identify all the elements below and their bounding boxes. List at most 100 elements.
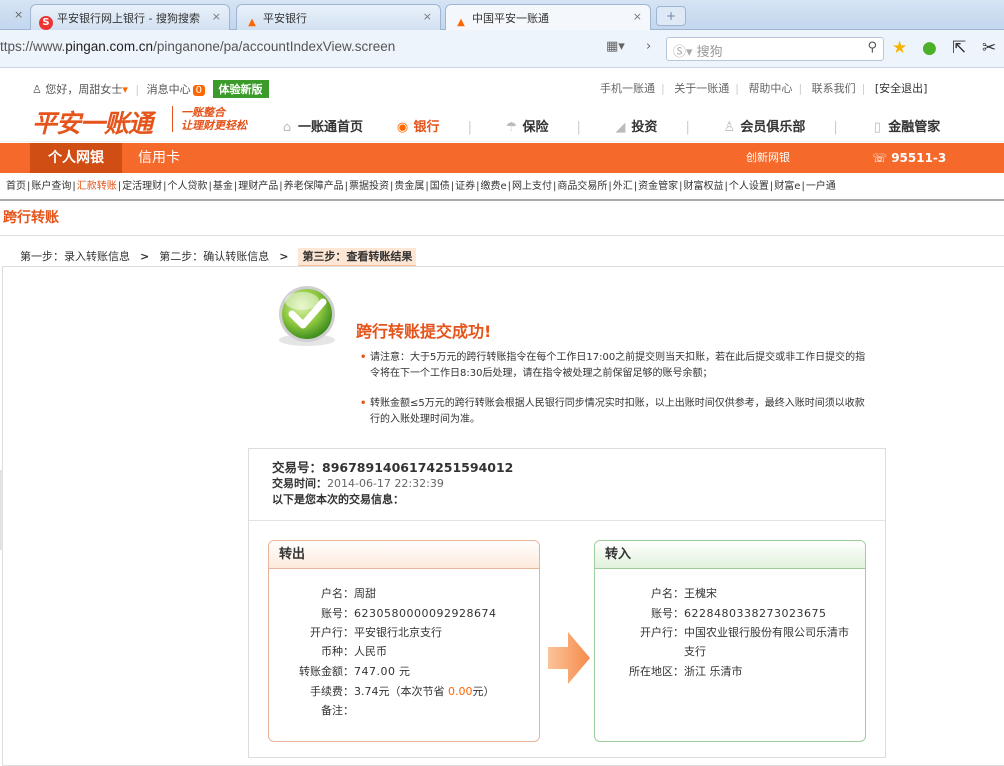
about-link[interactable]: 关于一账通 bbox=[674, 82, 729, 95]
trial-new-version-button[interactable]: 体验新版 bbox=[212, 80, 269, 98]
star-icon[interactable]: ★ bbox=[892, 38, 907, 58]
mobile-link[interactable]: 手机一账通 bbox=[600, 82, 655, 95]
browser-tab-pinganone[interactable]: ▲ 中国平安一账通 × bbox=[445, 4, 651, 31]
nav-invest[interactable]: ◢ 投资 bbox=[613, 116, 657, 135]
subnav-item[interactable]: 资金管家 bbox=[638, 181, 678, 192]
subnav-item[interactable]: 证券 bbox=[455, 181, 475, 192]
step-3-current: 第三步：查看转账结果 bbox=[298, 248, 417, 267]
subnav-item[interactable]: 理财产品 bbox=[238, 181, 278, 192]
fee-saved: 0.00 bbox=[448, 685, 473, 698]
site-logo[interactable]: 平安一账通 bbox=[32, 104, 153, 140]
out-amount: 747.00 bbox=[354, 665, 396, 678]
pingan-icon: ▲ bbox=[248, 17, 256, 28]
out-bank-row: 开户行：平安银行北京支行 bbox=[272, 623, 442, 642]
nav-club[interactable]: ♙ 会员俱乐部 bbox=[722, 116, 806, 135]
subnav-item[interactable]: 票据投资 bbox=[349, 181, 389, 192]
subnav-item[interactable]: 国债 bbox=[430, 181, 450, 192]
phone-icon: ▯ bbox=[873, 120, 881, 135]
contact-link[interactable]: 联系我们 bbox=[812, 82, 856, 95]
top-links: 手机一账通 | 关于一账通 | 帮助中心 | 联系我们 | [安全退出] bbox=[600, 82, 928, 95]
tab-title: 平安银行 bbox=[263, 12, 307, 25]
forward-icon[interactable]: › bbox=[646, 39, 651, 54]
share-icon[interactable]: ⇱ bbox=[952, 38, 966, 58]
qr-code-icon[interactable]: ▦▾ bbox=[606, 39, 625, 54]
in-area-row: 所在地区：浙江 乐清市 bbox=[598, 662, 743, 681]
separator: | bbox=[163, 181, 167, 192]
home-icon: ⌂ bbox=[282, 120, 292, 135]
sogou-icon: S bbox=[39, 16, 53, 30]
search-icon[interactable]: ⚲ bbox=[867, 40, 877, 55]
subnav-item[interactable]: 商品交易所 bbox=[557, 181, 607, 192]
subnav-item[interactable]: 基金 bbox=[213, 181, 233, 192]
scissors-icon[interactable]: ✂ bbox=[982, 38, 996, 58]
field-label: 开户行： bbox=[310, 626, 354, 639]
search-input[interactable]: Ⓢ▾ 搜狗 ⚲ bbox=[666, 37, 884, 61]
close-tab-icon[interactable]: × bbox=[14, 8, 23, 21]
title-divider bbox=[0, 235, 1004, 236]
subnav-item[interactable]: 网上支付 bbox=[512, 181, 552, 192]
transaction-id-label: 交易号： bbox=[272, 460, 323, 475]
subnav-item[interactable]: 贵金属 bbox=[394, 181, 424, 192]
user-icon: ♙ bbox=[32, 83, 42, 96]
separator: | bbox=[233, 181, 238, 192]
subnav-item[interactable]: 财富权益 bbox=[684, 181, 724, 192]
browser-tab-sogou[interactable]: S 平安银行网上银行 - 搜狗搜索 × bbox=[30, 4, 230, 30]
nav-bank[interactable]: ◉ 银行 bbox=[396, 116, 440, 135]
tab-personal-banking[interactable]: 个人网银 bbox=[30, 143, 122, 173]
subnav-item[interactable]: 账户查询 bbox=[31, 181, 71, 192]
separator: | bbox=[425, 181, 429, 192]
field-label: 户名： bbox=[321, 587, 354, 600]
message-count-badge: 0 bbox=[192, 85, 205, 96]
chart-icon: ◢ bbox=[615, 120, 626, 135]
subnav-item[interactable]: 定活理财 bbox=[122, 181, 162, 192]
nav-label: 投资 bbox=[631, 120, 658, 135]
separator: | bbox=[450, 181, 455, 192]
member-icon: ♙ bbox=[723, 120, 736, 135]
in-name-row: 户名：王槐宋 bbox=[598, 584, 717, 603]
innovative-banking-link[interactable]: 创新网银 bbox=[746, 143, 790, 173]
subnav-item[interactable]: 外汇 bbox=[613, 181, 633, 192]
subnav-item[interactable]: 养老保障产品 bbox=[284, 181, 344, 192]
field-label: 开户行： bbox=[640, 626, 684, 639]
subnav-item[interactable]: 首页 bbox=[6, 181, 26, 192]
subnav-item[interactable]: 个人设置 bbox=[729, 181, 769, 192]
message-center-link[interactable]: 消息中心 bbox=[147, 83, 191, 96]
product-bar: 个人网银 信用卡 创新网银 ☏ 95511-3 bbox=[0, 143, 1004, 173]
nav-home[interactable]: ⌂ 一账通首页 bbox=[280, 116, 363, 135]
nav-butler[interactable]: ▯ 金融管家 bbox=[870, 116, 941, 135]
field-label: 所在地区： bbox=[629, 665, 684, 678]
tab-credit-card[interactable]: 信用卡 bbox=[124, 143, 194, 173]
fee-end: 元） bbox=[472, 685, 495, 698]
field-label: 备注： bbox=[321, 704, 354, 717]
separator: | bbox=[279, 181, 283, 192]
slogan-line1: 一账整合 bbox=[181, 106, 225, 119]
subnav-item[interactable]: 财富e bbox=[774, 181, 800, 192]
notice-1: 请注意：大于5万元的跨行转账指令在每个工作日17:00之前提交则当天扣账，若在此… bbox=[360, 350, 868, 382]
close-tab-icon[interactable]: × bbox=[633, 10, 642, 23]
nav-insurance[interactable]: ☂ 保险 bbox=[504, 116, 549, 135]
hotline: ☏ 95511-3 bbox=[872, 143, 946, 173]
help-link[interactable]: 帮助中心 bbox=[748, 82, 792, 95]
user-greeting: ♙ 您好，周甜女士▾ | 消息中心 0 体验新版 bbox=[32, 80, 269, 98]
chevron-down-icon[interactable]: ▾ bbox=[122, 83, 128, 96]
browser-tab-pingan[interactable]: ▲ 平安银行 × bbox=[236, 4, 441, 30]
subnav-item[interactable]: 缴费e bbox=[481, 181, 507, 192]
amount-unit: 元 bbox=[399, 665, 410, 678]
chat-icon[interactable]: ● bbox=[922, 38, 937, 58]
subnav-item[interactable]: 个人贷款 bbox=[168, 181, 208, 192]
separator: | bbox=[208, 181, 212, 192]
url-prefix: ttps://www. bbox=[0, 39, 66, 54]
notice-2: 转账金额≤5万元的跨行转账会根据人民银行同步情况实时扣账，以上出账时间仅供参考，… bbox=[360, 396, 868, 428]
close-tab-icon[interactable]: × bbox=[212, 10, 221, 23]
out-fee: 3.74元（本次节省 bbox=[354, 685, 445, 698]
step-2: 第二步：确认转账信息 bbox=[159, 250, 270, 263]
slogan-line2: 让理财更轻松 bbox=[181, 119, 247, 132]
logout-link[interactable]: [安全退出] bbox=[875, 82, 928, 95]
nav-label: 银行 bbox=[413, 120, 440, 135]
close-tab-icon[interactable]: × bbox=[423, 10, 432, 23]
subnav-item[interactable]: 汇款转账 bbox=[77, 181, 117, 192]
subnav-item[interactable]: 一户通 bbox=[806, 181, 836, 192]
new-tab-button[interactable]: + bbox=[656, 6, 686, 26]
url-field[interactable]: ttps://www.pingan.com.cn/pinganone/pa/ac… bbox=[0, 39, 395, 54]
step-arrow: > bbox=[279, 250, 289, 263]
